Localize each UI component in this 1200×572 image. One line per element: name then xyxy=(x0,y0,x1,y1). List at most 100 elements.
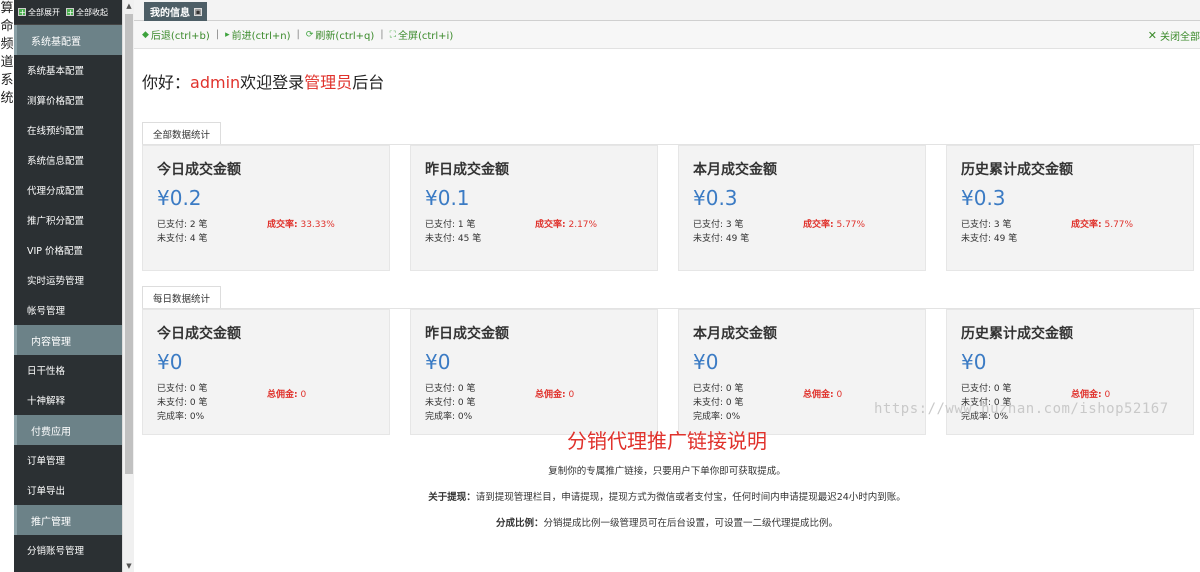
commission-label: 总佣金: xyxy=(535,390,566,400)
sidebar-item-fortune-manage[interactable]: 实时运势管理 xyxy=(14,265,122,295)
scrollbar-thumb[interactable] xyxy=(125,14,133,474)
sidebar-item-order-export[interactable]: 订单导出 xyxy=(14,475,122,505)
forward-button[interactable]: ▸ 前进(ctrl+n) xyxy=(225,27,290,43)
stat-card: 昨日成交金额 ¥0 已支付: 0 笔 未支付: 0 笔 完成率: 0% 总佣金:… xyxy=(410,309,658,435)
brand-char: 系 xyxy=(0,73,14,88)
back-button[interactable]: ◆ 后退(ctrl+b) xyxy=(142,27,210,43)
sidebar-item-info-config[interactable]: 系统信息配置 xyxy=(14,145,122,175)
card-title: 今日成交金额 xyxy=(157,326,241,342)
fullscreen-label: 全屏(ctrl+i) xyxy=(397,31,454,42)
refresh-label: 刷新(ctrl+q) xyxy=(315,31,375,42)
withdraw-label: 关于提现： xyxy=(428,492,476,503)
collapse-all-button[interactable]: + 全部收起 xyxy=(66,7,108,18)
card-paid: 已支付: 0 笔 xyxy=(961,384,1012,394)
nav-toolbar: ◆ 后退(ctrl+b) | ▸ 前进(ctrl+n) | ⟳ 刷新(ctrl+… xyxy=(134,21,1200,49)
rate-value: 5.77% xyxy=(836,220,866,230)
brand-char: 统 xyxy=(0,91,14,106)
brand-char: 命 xyxy=(0,19,14,34)
card-rate: 成交率: 5.77% xyxy=(1071,217,1133,230)
sidebar-scrollbar[interactable]: ▲ ▼ xyxy=(122,0,134,572)
divider: | xyxy=(296,29,300,40)
rate-label: 成交率: xyxy=(267,220,298,230)
card-title: 今日成交金额 xyxy=(157,162,241,178)
card-amount: ¥0 xyxy=(425,350,451,374)
withdraw-text: 请到提现管理栏目，申请提现，提现方式为微信或者支付宝，任何时间内申请提现最迟24… xyxy=(475,492,906,503)
commission-label: 总佣金: xyxy=(267,390,298,400)
sidebar-item-price-config[interactable]: 测算价格配置 xyxy=(14,85,122,115)
rate-value: 5.77% xyxy=(1104,220,1134,230)
sidebar-item-points-config[interactable]: 推广积分配置 xyxy=(14,205,122,235)
sidebar-group-paid-apps[interactable]: 付费应用 xyxy=(14,415,122,445)
card-commission: 总佣金: 0 xyxy=(535,387,574,400)
sidebar-item-distributor-accounts[interactable]: 分销账号管理 xyxy=(14,535,122,565)
card-unpaid: 未支付: 4 笔 xyxy=(157,234,208,244)
fullscreen-icon: ⛶ xyxy=(389,29,396,40)
commission-label: 总佣金: xyxy=(1071,390,1102,400)
rate-label: 成交率: xyxy=(1071,220,1102,230)
brand-title: 算 命 频 道 系 统 xyxy=(0,0,14,572)
sidebar-item-ten-gods[interactable]: 十神解释 xyxy=(14,385,122,415)
greeting-role: 管理员 xyxy=(304,73,353,92)
sidebar-item-day-stem[interactable]: 日干性格 xyxy=(14,355,122,385)
close-icon[interactable]: ▣ xyxy=(194,7,202,16)
sidebar-item-order-manage[interactable]: 订单管理 xyxy=(14,445,122,475)
card-paid: 已支付: 2 笔 xyxy=(157,220,208,230)
card-paid: 已支付: 0 笔 xyxy=(693,384,744,394)
stat-card: 今日成交金额 ¥0 已支付: 0 笔 未支付: 0 笔 完成率: 0% 总佣金:… xyxy=(142,309,390,435)
sidebar-toolbar: + 全部展开 + 全部收起 xyxy=(14,0,122,25)
sidebar-item-booking-config[interactable]: 在线预约配置 xyxy=(14,115,122,145)
rate-value: 33.33% xyxy=(300,220,335,230)
fullscreen-button[interactable]: ⛶ 全屏(ctrl+i) xyxy=(389,27,454,43)
stat-card: 历史累计成交金额 ¥0.3 已支付: 3 笔 未支付: 49 笔 成交率: 5.… xyxy=(946,145,1194,271)
sidebar-item-account-manage[interactable]: 帐号管理 xyxy=(14,295,122,325)
plus-icon: + xyxy=(66,8,74,17)
refresh-icon: ⟳ xyxy=(305,29,314,40)
rate-value: 2.17% xyxy=(568,220,598,230)
ratio-label: 分成比例： xyxy=(495,518,544,529)
card-unpaid: 未支付: 45 笔 xyxy=(425,234,482,244)
promo-line-copy: 复制你的专属推广链接，只要用户下单你即可获取提成。 xyxy=(548,466,786,477)
card-paid: 已支付: 3 笔 xyxy=(693,220,744,230)
sidebar-group-promotion[interactable]: 推广管理 xyxy=(14,505,122,535)
arrow-left-icon: ◆ xyxy=(142,29,149,40)
card-unpaid: 未支付: 49 笔 xyxy=(693,234,750,244)
promo-line-withdraw: 关于提现：请到提现管理栏目，申请提现，提现方式为微信或者支付宝，任何时间内申请提… xyxy=(134,489,1200,503)
sidebar-group-content[interactable]: 内容管理 xyxy=(14,325,122,355)
section-label-daily-stats: 每日数据统计 xyxy=(142,286,222,308)
divider: | xyxy=(380,29,384,40)
close-x-icon: ✕ xyxy=(1147,28,1157,42)
card-commission: 总佣金: 0 xyxy=(1071,387,1110,400)
card-amount: ¥0.3 xyxy=(961,186,1006,210)
brand-char: 算 xyxy=(0,1,14,16)
sidebar-item-vip-price-config[interactable]: VIP 价格配置 xyxy=(14,235,122,265)
welcome-greeting: 你好：admin欢迎登录管理员后台 xyxy=(142,69,384,93)
tab-label: 我的信息 xyxy=(150,8,190,19)
promo-line-ratio: 分成比例：分销提成比例一级管理员可在后台设置，可设置一二级代理提成比例。 xyxy=(134,515,1200,529)
card-paid: 已支付: 0 笔 xyxy=(425,384,476,394)
refresh-button[interactable]: ⟳ 刷新(ctrl+q) xyxy=(305,27,375,43)
stat-card: 今日成交金额 ¥0.2 已支付: 2 笔 未支付: 4 笔 成交率: 33.33… xyxy=(142,145,390,271)
card-title: 历史累计成交金额 xyxy=(961,326,1073,342)
greeting-suffix: 后台 xyxy=(352,73,385,92)
greeting-prefix: 你好： xyxy=(142,73,191,92)
card-unpaid: 未支付: 0 笔 xyxy=(425,398,476,408)
tab-my-info[interactable]: 我的信息 ▣ xyxy=(144,2,207,21)
commission-value: 0 xyxy=(1104,390,1111,400)
arrow-right-icon: ▸ xyxy=(225,29,230,40)
close-all-button[interactable]: ✕ 关闭全部 xyxy=(1148,21,1200,49)
greeting-username: admin xyxy=(190,73,241,92)
card-amount: ¥0 xyxy=(693,350,719,374)
card-title: 昨日成交金额 xyxy=(425,326,509,342)
card-title: 本月成交金额 xyxy=(693,326,777,342)
card-rate: 成交率: 5.77% xyxy=(803,217,865,230)
greeting-middle: 欢迎登录 xyxy=(240,73,305,92)
card-rate: 成交率: 2.17% xyxy=(535,217,597,230)
card-amount: ¥0.2 xyxy=(157,186,202,210)
expand-all-button[interactable]: + 全部展开 xyxy=(18,7,60,18)
sidebar-group-system-config[interactable]: 系统基配置 xyxy=(14,25,122,55)
sidebar-item-agent-share-config[interactable]: 代理分成配置 xyxy=(14,175,122,205)
sidebar-item-basic-config[interactable]: 系统基本配置 xyxy=(14,55,122,85)
commission-value: 0 xyxy=(300,390,307,400)
commission-value: 0 xyxy=(836,390,843,400)
collapse-all-label: 全部收起 xyxy=(76,7,108,17)
